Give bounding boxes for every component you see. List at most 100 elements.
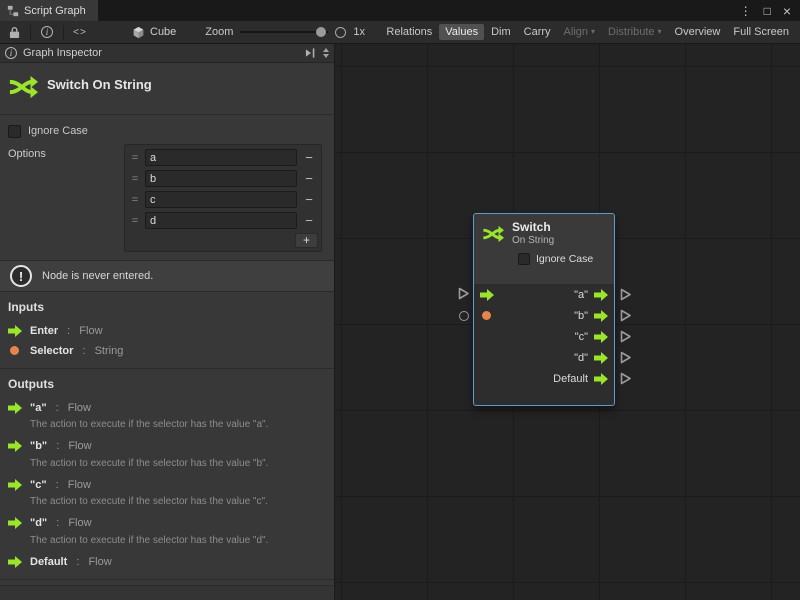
zoom-slider-track — [240, 31, 328, 33]
toolbar-divider — [30, 25, 31, 40]
zoom-reset-icon[interactable] — [335, 27, 346, 38]
drag-handle-icon[interactable]: = — [129, 152, 141, 164]
tab-label: Script Graph — [24, 5, 86, 17]
ignore-case-checkbox[interactable] — [8, 125, 21, 138]
node-header[interactable]: Switch On String Ignore Case — [474, 214, 614, 284]
node-ignore-case-label: Ignore Case — [536, 253, 593, 265]
warning-text: Node is never entered. — [42, 270, 153, 282]
port-description: The action to execute if the selector ha… — [30, 419, 326, 432]
flow-arrow-icon[interactable] — [594, 373, 608, 385]
zoom-slider-thumb[interactable] — [316, 27, 326, 37]
tab-script-graph[interactable]: Script Graph — [0, 0, 98, 21]
distribute-dropdown[interactable]: Distribute▾ — [602, 24, 667, 40]
flow-arrow-icon[interactable] — [594, 331, 608, 343]
panel-scroll-spinner[interactable] — [323, 48, 329, 58]
remove-option-button[interactable]: − — [301, 150, 317, 165]
inspector-footer-bar — [0, 585, 333, 600]
outputs-heading: Outputs — [8, 377, 326, 391]
lock-icon[interactable] — [5, 23, 23, 41]
enter-flow-arrow-icon[interactable] — [480, 289, 496, 301]
output-port-row: "d" : Flow — [8, 515, 326, 532]
flow-arrow-icon[interactable] — [594, 289, 608, 301]
output-c-connector-icon[interactable] — [619, 330, 632, 343]
option-input[interactable] — [145, 149, 297, 166]
flow-arrow-icon — [8, 479, 24, 491]
node-port-row: "d" — [474, 347, 614, 368]
node-port-row: Default — [474, 368, 614, 389]
output-port-row: "c" : Flow — [8, 476, 326, 493]
dim-button[interactable]: Dim — [485, 24, 517, 40]
align-dropdown[interactable]: Align▾ — [558, 24, 601, 40]
remove-option-button[interactable]: − — [301, 192, 317, 207]
input-port-row: Enter : Flow — [8, 322, 326, 339]
unit-settings: Ignore Case Options = − = − = − — [0, 115, 334, 260]
output-default-connector-icon[interactable] — [619, 372, 632, 385]
graph-canvas[interactable]: Switch On String Ignore Case "a" — [335, 44, 800, 600]
output-port-row: Default : Flow — [8, 553, 326, 570]
zoom-slider[interactable] — [240, 25, 328, 39]
cube-icon — [132, 26, 145, 39]
switch-unit-icon — [482, 223, 504, 245]
window-menu-button[interactable]: ⋮ — [740, 4, 752, 18]
option-input[interactable] — [145, 191, 297, 208]
output-a-connector-icon[interactable] — [619, 288, 632, 301]
port-description: The action to execute if the selector ha… — [30, 496, 326, 509]
remove-option-button[interactable]: − — [301, 213, 317, 228]
option-input[interactable] — [145, 212, 297, 229]
info-toggle-button[interactable]: i — [38, 23, 56, 41]
outputs-section: Outputs "a" : Flow The action to execute… — [0, 369, 334, 580]
switch-on-string-node[interactable]: Switch On String Ignore Case "a" — [473, 213, 615, 406]
add-option-button[interactable]: + — [295, 233, 318, 248]
option-row: = − — [127, 210, 319, 231]
node-ports: "a" "b" "c" "d" — [474, 284, 614, 389]
selector-port-connector-icon[interactable] — [459, 311, 469, 321]
flow-arrow-icon — [8, 325, 24, 337]
graph-inspector-panel: i Graph Inspector Switch On String — [0, 44, 335, 600]
output-b-connector-icon[interactable] — [619, 309, 632, 322]
close-button[interactable]: × — [783, 3, 791, 19]
inspector-header: i Graph Inspector — [0, 44, 334, 63]
warning-banner: ! Node is never entered. — [0, 260, 334, 292]
option-row: = − — [127, 189, 319, 210]
chevron-up-icon — [323, 48, 329, 52]
overview-button[interactable]: Overview — [669, 24, 727, 40]
node-title: Switch — [512, 221, 554, 235]
output-d-connector-icon[interactable] — [619, 351, 632, 364]
relations-button[interactable]: Relations — [380, 24, 438, 40]
graph-tab-icon — [7, 5, 19, 17]
info-icon: i — [41, 26, 53, 38]
zoom-value: 1x — [353, 26, 365, 38]
drag-handle-icon[interactable]: = — [129, 194, 141, 206]
full-screen-button[interactable]: Full Screen — [727, 24, 795, 40]
dock-panel-icon[interactable] — [305, 48, 316, 58]
options-list: = − = − = − = − — [124, 144, 322, 252]
carry-button[interactable]: Carry — [518, 24, 557, 40]
remove-option-button[interactable]: − — [301, 171, 317, 186]
enter-port-connector-icon[interactable] — [457, 287, 470, 300]
flow-arrow-icon — [8, 556, 24, 568]
port-label: "b" — [574, 310, 588, 322]
maximize-button[interactable]: □ — [764, 4, 771, 18]
values-button[interactable]: Values — [439, 24, 484, 40]
inputs-section: Inputs Enter : Flow Selector : String — [0, 292, 334, 369]
options-label: Options — [8, 144, 124, 252]
drag-handle-icon[interactable]: = — [129, 173, 141, 185]
unit-title: Switch On String — [47, 77, 152, 92]
option-row: = − — [127, 168, 319, 189]
graph-context-button[interactable]: Cube — [132, 26, 176, 39]
port-label: "c" — [575, 331, 588, 343]
drag-handle-icon[interactable]: = — [129, 215, 141, 227]
value-dot-icon — [8, 346, 24, 355]
inputs-heading: Inputs — [8, 300, 326, 314]
warning-icon: ! — [10, 265, 32, 287]
flow-arrow-icon[interactable] — [594, 310, 608, 322]
option-row: = − — [127, 147, 319, 168]
code-preview-icon[interactable]: <> — [71, 23, 89, 41]
selector-value-dot-icon[interactable] — [480, 311, 496, 320]
node-ignore-case-checkbox[interactable] — [518, 253, 530, 265]
flow-arrow-icon[interactable] — [594, 352, 608, 364]
option-input[interactable] — [145, 170, 297, 187]
chevron-down-icon: ▾ — [658, 27, 662, 36]
flow-arrow-icon — [8, 402, 24, 414]
switch-unit-icon — [8, 72, 38, 102]
